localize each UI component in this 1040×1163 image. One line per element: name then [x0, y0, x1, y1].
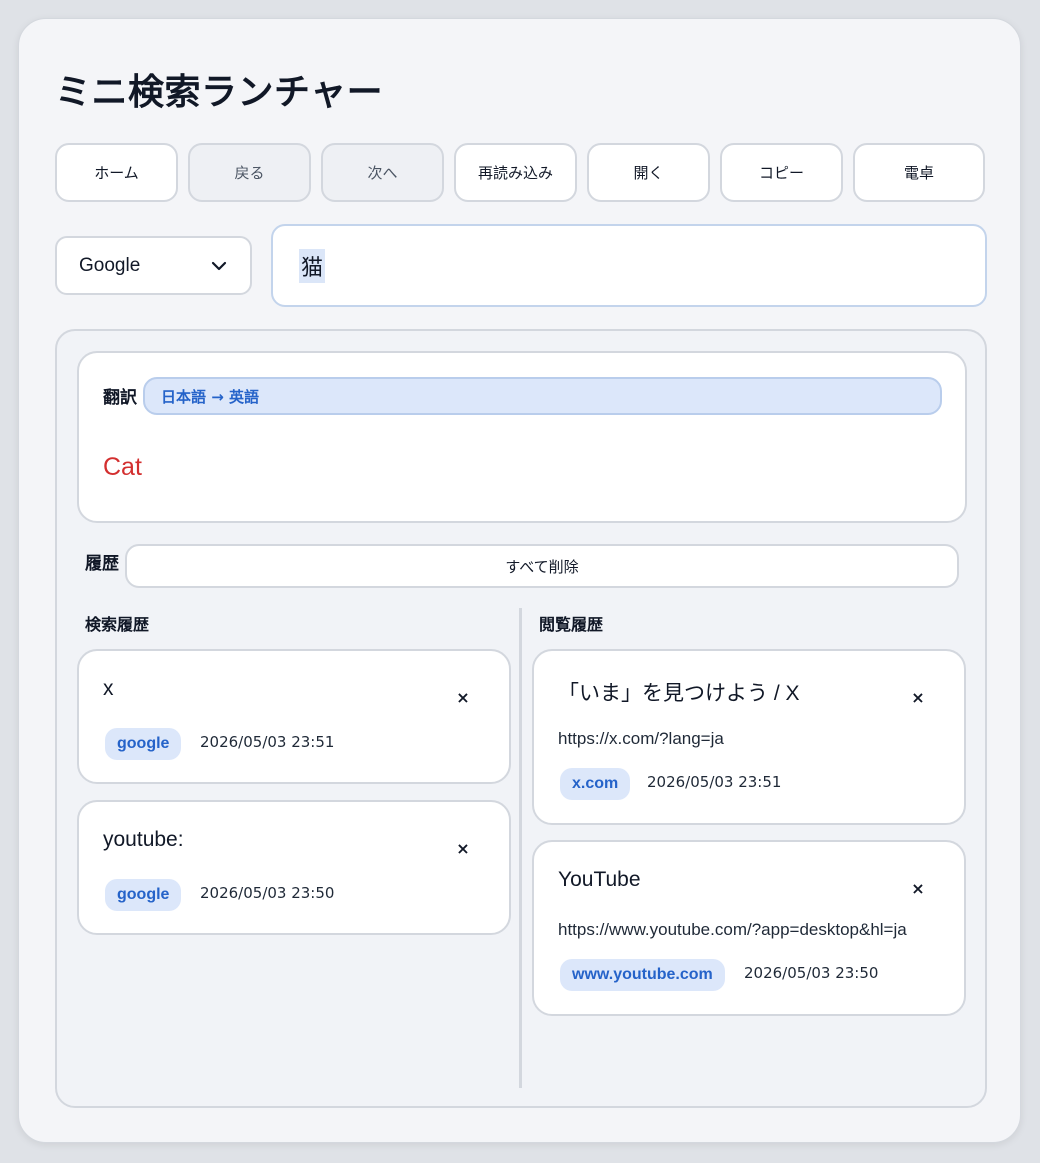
search-engine-value: Google — [79, 254, 141, 276]
chevron-down-icon — [211, 261, 227, 270]
domain-tag: www.youtube.com — [560, 959, 725, 991]
translation-direction-pill[interactable]: 日本語 → 英語 — [143, 377, 942, 415]
browse-history-title: YouTube — [558, 868, 641, 891]
close-icon[interactable]: × — [908, 878, 928, 898]
results-panel: 翻訳 日本語 → 英語 Cat 履歴 すべて削除 検索履歴 閲覧履歴 x × g… — [55, 329, 987, 1108]
history-column-divider — [519, 608, 522, 1088]
open-button[interactable]: 開く — [587, 143, 710, 202]
forward-button[interactable]: 次へ — [321, 143, 444, 202]
browse-history-url: https://x.com/?lang=ja — [558, 729, 724, 748]
search-input[interactable]: 猫 — [271, 224, 987, 307]
search-engine-select[interactable]: Google — [55, 236, 252, 295]
search-history-item[interactable]: youtube: × google 2026/05/03 23:50 — [77, 800, 511, 935]
calculator-button[interactable]: 電卓 — [853, 143, 985, 202]
copy-button[interactable]: コピー — [720, 143, 843, 202]
translation-label: 翻訳 — [103, 388, 137, 408]
translation-card: 翻訳 日本語 → 英語 Cat — [77, 351, 967, 523]
close-icon[interactable]: × — [453, 687, 473, 707]
search-history-query: x — [103, 677, 114, 700]
engine-tag: google — [105, 879, 182, 911]
search-history-query: youtube: — [103, 828, 184, 851]
app-window: ミニ検索ランチャー ホーム 戻る 次へ 再読み込み 開く コピー 電卓 Goog… — [18, 18, 1021, 1143]
browse-history-item[interactable]: YouTube × https://www.youtube.com/?app=d… — [532, 840, 966, 1016]
browse-history-heading: 閲覧履歴 — [539, 615, 604, 634]
close-icon[interactable]: × — [908, 687, 928, 707]
domain-tag: x.com — [560, 768, 631, 800]
back-button[interactable]: 戻る — [188, 143, 311, 202]
close-icon[interactable]: × — [453, 838, 473, 858]
home-button[interactable]: ホーム — [55, 143, 178, 202]
search-input-value: 猫 — [299, 248, 326, 283]
app-title: ミニ検索ランチャー — [55, 72, 384, 113]
browse-history-title: 「いま」を見つけよう / X — [558, 682, 800, 705]
search-history-time: 2026/05/03 23:51 — [200, 733, 335, 751]
browse-history-url: https://www.youtube.com/?app=desktop&hl=… — [558, 920, 907, 939]
history-label: 履歴 — [85, 554, 119, 574]
browse-history-item[interactable]: 「いま」を見つけよう / X × https://x.com/?lang=ja … — [532, 649, 966, 825]
engine-tag: google — [105, 728, 182, 760]
clear-all-history-button[interactable]: すべて削除 — [125, 544, 959, 588]
translation-result: Cat — [103, 453, 142, 481]
browse-history-time: 2026/05/03 23:50 — [744, 964, 879, 982]
search-history-time: 2026/05/03 23:50 — [200, 884, 335, 902]
browse-history-time: 2026/05/03 23:51 — [647, 773, 782, 791]
search-history-heading: 検索履歴 — [85, 615, 150, 634]
search-history-item[interactable]: x × google 2026/05/03 23:51 — [77, 649, 511, 784]
toolbar: ホーム 戻る 次へ 再読み込み 開く コピー 電卓 — [55, 143, 985, 202]
reload-button[interactable]: 再読み込み — [454, 143, 577, 202]
